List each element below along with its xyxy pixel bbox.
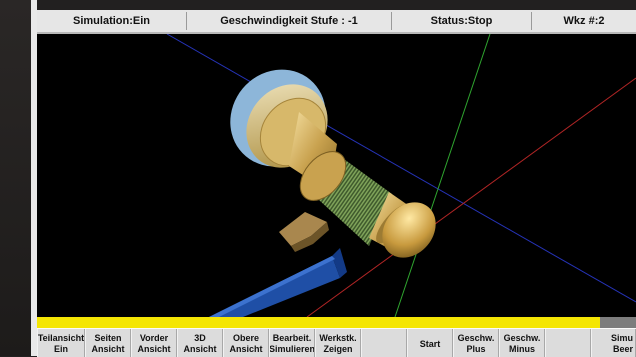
status-bar: Simulation:Ein Geschwindigkeit Stufe : -… bbox=[37, 10, 636, 34]
softkey-label-line2: Ansicht bbox=[183, 344, 217, 354]
softkey-partial-view-on[interactable]: Teilansicht Ein bbox=[37, 329, 85, 357]
softkey-empty[interactable] bbox=[545, 329, 591, 357]
simulation-progress-fill bbox=[37, 317, 601, 328]
softkey-speed-minus[interactable]: Geschw. Minus bbox=[499, 329, 545, 357]
softkey-3d-view[interactable]: 3D Ansicht bbox=[177, 329, 223, 357]
softkey-simulate-machining[interactable]: Bearbeit. Simulieren bbox=[269, 329, 315, 357]
softkey-label-line2: Beer bbox=[612, 344, 633, 354]
desktop-edge bbox=[0, 0, 31, 356]
softkey-label-line2: Ansicht bbox=[91, 344, 125, 354]
softkey-front-view[interactable]: Vorder Ansicht bbox=[131, 329, 177, 357]
simulation-progress-bar bbox=[37, 317, 636, 328]
softkey-empty[interactable] bbox=[361, 329, 407, 357]
softkey-label-line1: Start bbox=[419, 338, 441, 349]
tool-number: Wkz #:2 bbox=[563, 15, 605, 27]
axis-line-blue bbox=[166, 34, 636, 303]
softkey-label-line2: Ansicht bbox=[137, 344, 171, 354]
softkey-label-line1: Bearbeit. bbox=[272, 333, 312, 343]
softkey-label-line2: Minus bbox=[509, 344, 535, 354]
softkey-label-line2: Ein bbox=[53, 344, 68, 354]
softkey-label-line1: Simu bbox=[610, 333, 633, 343]
softkey-speed-plus[interactable]: Geschw. Plus bbox=[453, 329, 499, 357]
softkey-label-line1: 3D bbox=[194, 333, 206, 343]
cnc-simulation-window: Simulation:Ein Geschwindigkeit Stufe : -… bbox=[37, 10, 636, 357]
softkey-side-view[interactable]: Seiten Ansicht bbox=[85, 329, 131, 357]
softkey-label-line1: Obere bbox=[232, 333, 259, 343]
softkey-show-workpiece[interactable]: Werkstk. Zeigen bbox=[315, 329, 361, 357]
softkey-label-line1: Seiten bbox=[94, 333, 122, 343]
softkey-top-view[interactable]: Obere Ansicht bbox=[223, 329, 269, 357]
simulation-viewport[interactable] bbox=[37, 34, 636, 317]
softkey-end-simulation[interactable]: Simu Beer bbox=[591, 329, 636, 357]
simulation-status: Simulation:Ein bbox=[37, 12, 187, 30]
softkey-label-line1: Geschw. bbox=[503, 333, 541, 343]
axis-line-green bbox=[394, 34, 491, 317]
softkey-bar: Teilansicht Ein Seiten Ansicht Vorder An… bbox=[37, 328, 636, 357]
softkey-label-line1: Teilansicht bbox=[37, 333, 85, 343]
softkey-label-line2: Zeigen bbox=[323, 344, 353, 354]
softkey-start[interactable]: Start bbox=[407, 329, 453, 357]
softkey-label-line2: Ansicht bbox=[229, 344, 263, 354]
softkey-label-line1: Werkstk. bbox=[319, 333, 357, 343]
softkey-label-line1: Geschw. bbox=[457, 333, 495, 343]
run-status: Status:Stop bbox=[392, 12, 532, 30]
softkey-label-line1: Vorder bbox=[139, 333, 169, 343]
3d-lathe-workpiece-view[interactable] bbox=[37, 34, 636, 317]
softkey-label-line2: Plus bbox=[466, 344, 486, 354]
softkey-label-line2: Simulieren bbox=[269, 344, 315, 354]
speed-level: Geschwindigkeit Stufe : -1 bbox=[187, 12, 392, 30]
